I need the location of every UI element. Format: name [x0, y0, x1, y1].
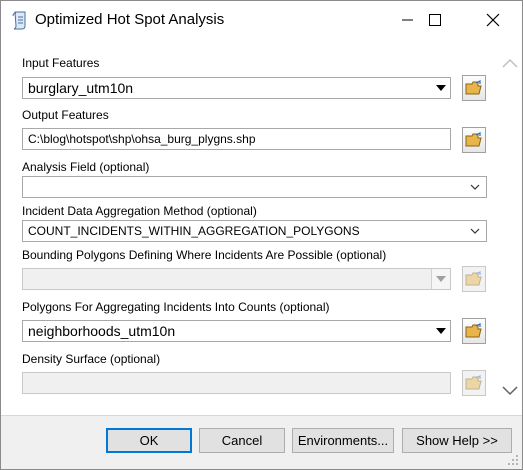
- aggregating-polygons-value: neighborhoods_utm10n: [28, 323, 176, 339]
- aggregating-polygons-dropdown-button[interactable]: [432, 321, 450, 341]
- aggregation-method-label: Incident Data Aggregation Method (option…: [22, 204, 257, 218]
- open-folder-icon: [465, 323, 482, 338]
- input-features-label: Input Features: [22, 56, 100, 70]
- open-folder-icon: [465, 80, 482, 95]
- chevron-down-icon: [470, 228, 480, 234]
- close-button[interactable]: [470, 1, 516, 39]
- input-features-browse-button[interactable]: [462, 75, 486, 101]
- output-features-browse-button[interactable]: [462, 127, 486, 153]
- bounding-polygons-combo: [22, 268, 451, 290]
- show-help-button[interactable]: Show Help >>: [402, 428, 512, 453]
- ok-button[interactable]: OK: [106, 428, 192, 453]
- aggregating-polygons-browse-button[interactable]: [462, 318, 486, 344]
- dropdown-triangle-icon: [436, 328, 446, 334]
- open-folder-icon: [465, 271, 482, 286]
- resize-grip-icon[interactable]: [507, 454, 519, 466]
- aggregation-method-select[interactable]: COUNT_INCIDENTS_WITHIN_AGGREGATION_POLYG…: [22, 220, 487, 242]
- cancel-button[interactable]: Cancel: [199, 428, 285, 453]
- input-features-value: burglary_utm10n: [28, 80, 134, 96]
- footer-divider: [1, 415, 522, 416]
- input-features-combo[interactable]: burglary_utm10n: [22, 77, 451, 99]
- dropdown-triangle-icon: [436, 85, 446, 91]
- output-features-input[interactable]: C:\blog\hotspot\shp\ohsa_burg_plygns.shp: [22, 128, 451, 150]
- dialog-window: Optimized Hot Spot Analysis Input Featur…: [0, 0, 523, 470]
- aggregating-polygons-label: Polygons For Aggregating Incidents Into …: [22, 300, 330, 314]
- aggregation-method-value: COUNT_INCIDENTS_WITHIN_AGGREGATION_POLYG…: [28, 224, 360, 238]
- analysis-field-label: Analysis Field (optional): [22, 160, 150, 174]
- open-folder-icon: [465, 375, 482, 390]
- dropdown-triangle-icon: [436, 276, 446, 282]
- maximize-icon: [429, 14, 441, 26]
- chevron-down-icon: [470, 184, 480, 190]
- bounding-polygons-browse-button: [462, 266, 486, 292]
- open-folder-icon: [465, 132, 482, 147]
- scroll-up-icon[interactable]: [498, 53, 522, 73]
- density-surface-input: [22, 372, 451, 394]
- analysis-field-select[interactable]: [22, 176, 487, 198]
- close-icon: [486, 13, 500, 27]
- input-features-dropdown-button[interactable]: [432, 78, 450, 98]
- bounding-polygons-label: Bounding Polygons Defining Where Inciden…: [22, 248, 387, 262]
- scroll-down-icon[interactable]: [498, 381, 522, 401]
- maximize-button[interactable]: [412, 1, 458, 39]
- vertical-scrollbar[interactable]: [498, 39, 522, 415]
- density-surface-browse-button: [462, 370, 486, 396]
- density-surface-label: Density Surface (optional): [22, 352, 161, 366]
- window-title: Optimized Hot Spot Analysis: [35, 11, 225, 28]
- environments-button[interactable]: Environments...: [292, 428, 394, 453]
- aggregating-polygons-combo[interactable]: neighborhoods_utm10n: [22, 320, 451, 342]
- script-tool-icon: [12, 11, 26, 30]
- title-bar[interactable]: Optimized Hot Spot Analysis: [1, 1, 522, 39]
- bounding-polygons-dropdown-button: [431, 269, 450, 289]
- parameters-panel: Input Features burglary_utm10n Output Fe…: [1, 39, 522, 415]
- output-features-label: Output Features: [22, 108, 109, 122]
